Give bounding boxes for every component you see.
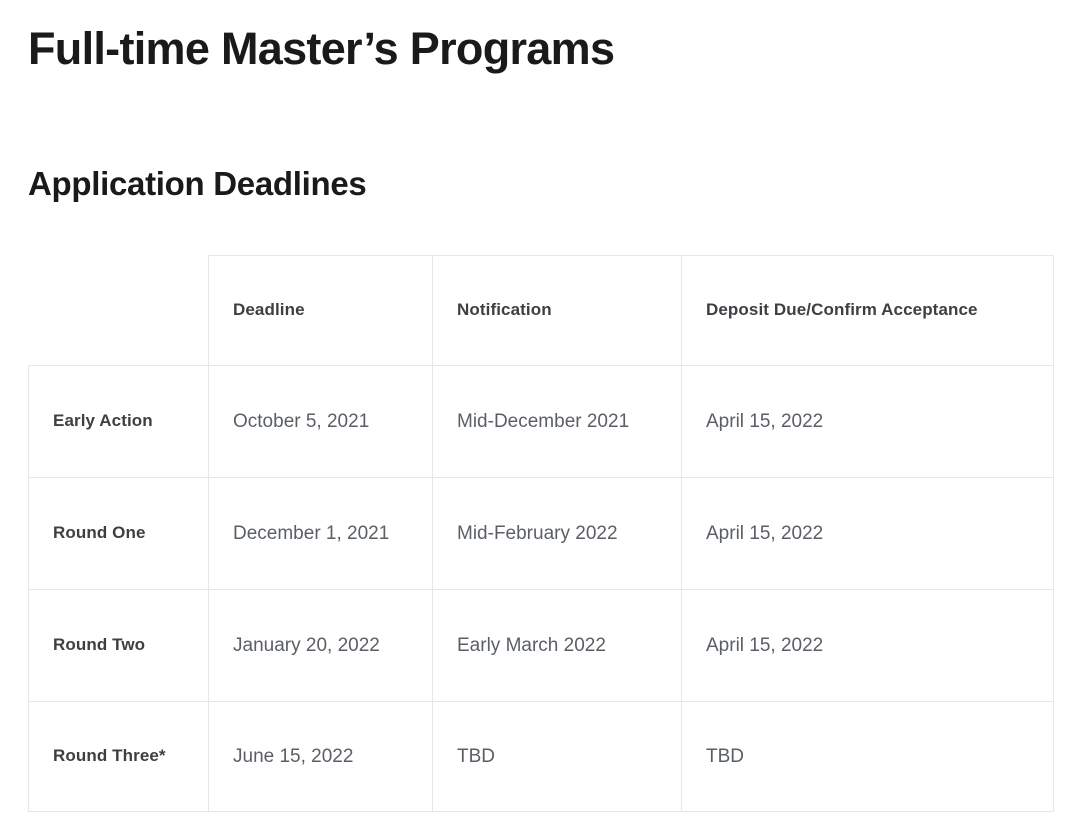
table-body: Early Action October 5, 2021 Mid-Decembe… [28, 365, 1054, 812]
column-header-deadline: Deadline [208, 255, 433, 366]
column-header-notification: Notification [432, 255, 682, 366]
table-header: Deadline Notification Deposit Due/Confir… [28, 255, 1054, 366]
row-label-round-two: Round Two [28, 589, 209, 702]
cell-deposit: April 15, 2022 [681, 477, 1054, 590]
section-title-application-deadlines: Application Deadlines [28, 165, 367, 202]
cell-deadline: January 20, 2022 [208, 589, 433, 702]
cell-deposit: TBD [681, 701, 1054, 812]
cell-notification: TBD [432, 701, 682, 812]
table-header-row: Deadline Notification Deposit Due/Confir… [28, 255, 1054, 366]
table-row: Round One December 1, 2021 Mid-February … [28, 477, 1054, 590]
row-label-early-action: Early Action [28, 365, 209, 478]
page-title: Full-time Master’s Programs [28, 23, 615, 74]
cell-deposit: April 15, 2022 [681, 365, 1054, 478]
cell-notification: Mid-December 2021 [432, 365, 682, 478]
cell-deadline: October 5, 2021 [208, 365, 433, 478]
column-header-program [28, 255, 209, 366]
column-header-deposit: Deposit Due/Confirm Acceptance [681, 255, 1054, 366]
cell-deadline: December 1, 2021 [208, 477, 433, 590]
cell-deadline: June 15, 2022 [208, 701, 433, 812]
cell-notification: Early March 2022 [432, 589, 682, 702]
table-row: Round Two January 20, 2022 Early March 2… [28, 589, 1054, 702]
application-deadlines-table: Deadline Notification Deposit Due/Confir… [28, 255, 1054, 812]
table-row: Early Action October 5, 2021 Mid-Decembe… [28, 365, 1054, 478]
cell-notification: Mid-February 2022 [432, 477, 682, 590]
table-row: Round Three* June 15, 2022 TBD TBD [28, 701, 1054, 812]
cell-deposit: April 15, 2022 [681, 589, 1054, 702]
deadlines-table-container: Deadline Notification Deposit Due/Confir… [28, 255, 1054, 812]
row-label-round-three: Round Three* [28, 701, 209, 812]
row-label-round-one: Round One [28, 477, 209, 590]
page-root: Full-time Master’s Programs Application … [0, 0, 1080, 833]
